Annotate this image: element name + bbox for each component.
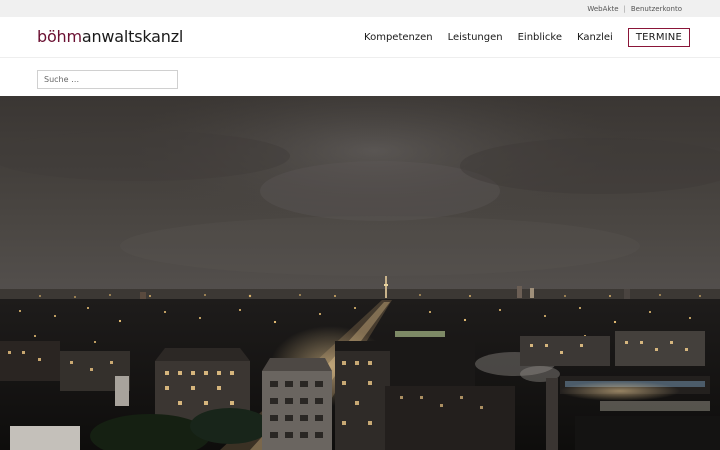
nav-item-kompetenzen[interactable]: Kompetenzen — [364, 32, 433, 43]
search-box — [37, 67, 178, 89]
logo-accent-text: böhm — [37, 27, 82, 46]
site-logo[interactable]: böhmanwaltskanzlei — [37, 26, 182, 48]
nav-item-kanzlei[interactable]: Kanzlei — [577, 32, 613, 43]
nav-item-einblicke[interactable]: Einblicke — [518, 32, 562, 43]
utility-bar: WebAkte | Benutzerkonto — [0, 0, 720, 17]
logo-main-text: anwaltskanzlei — [81, 27, 182, 46]
appointments-button[interactable]: TERMINE — [627, 28, 690, 47]
city-night-photo — [0, 96, 720, 450]
site-header: böhmanwaltskanzlei Kompetenzen Leistunge… — [0, 17, 720, 58]
utility-links: WebAkte | Benutzerkonto — [587, 0, 682, 17]
main-nav: Kompetenzen Leistungen Einblicke Kanzlei… — [349, 28, 690, 47]
webakte-link[interactable]: WebAkte — [587, 5, 618, 13]
nav-item-leistungen[interactable]: Leistungen — [448, 32, 503, 43]
user-account-link[interactable]: Benutzerkonto — [631, 5, 682, 13]
utility-separator: | — [623, 4, 626, 13]
search-input[interactable] — [37, 70, 178, 89]
hero-image — [0, 96, 720, 450]
